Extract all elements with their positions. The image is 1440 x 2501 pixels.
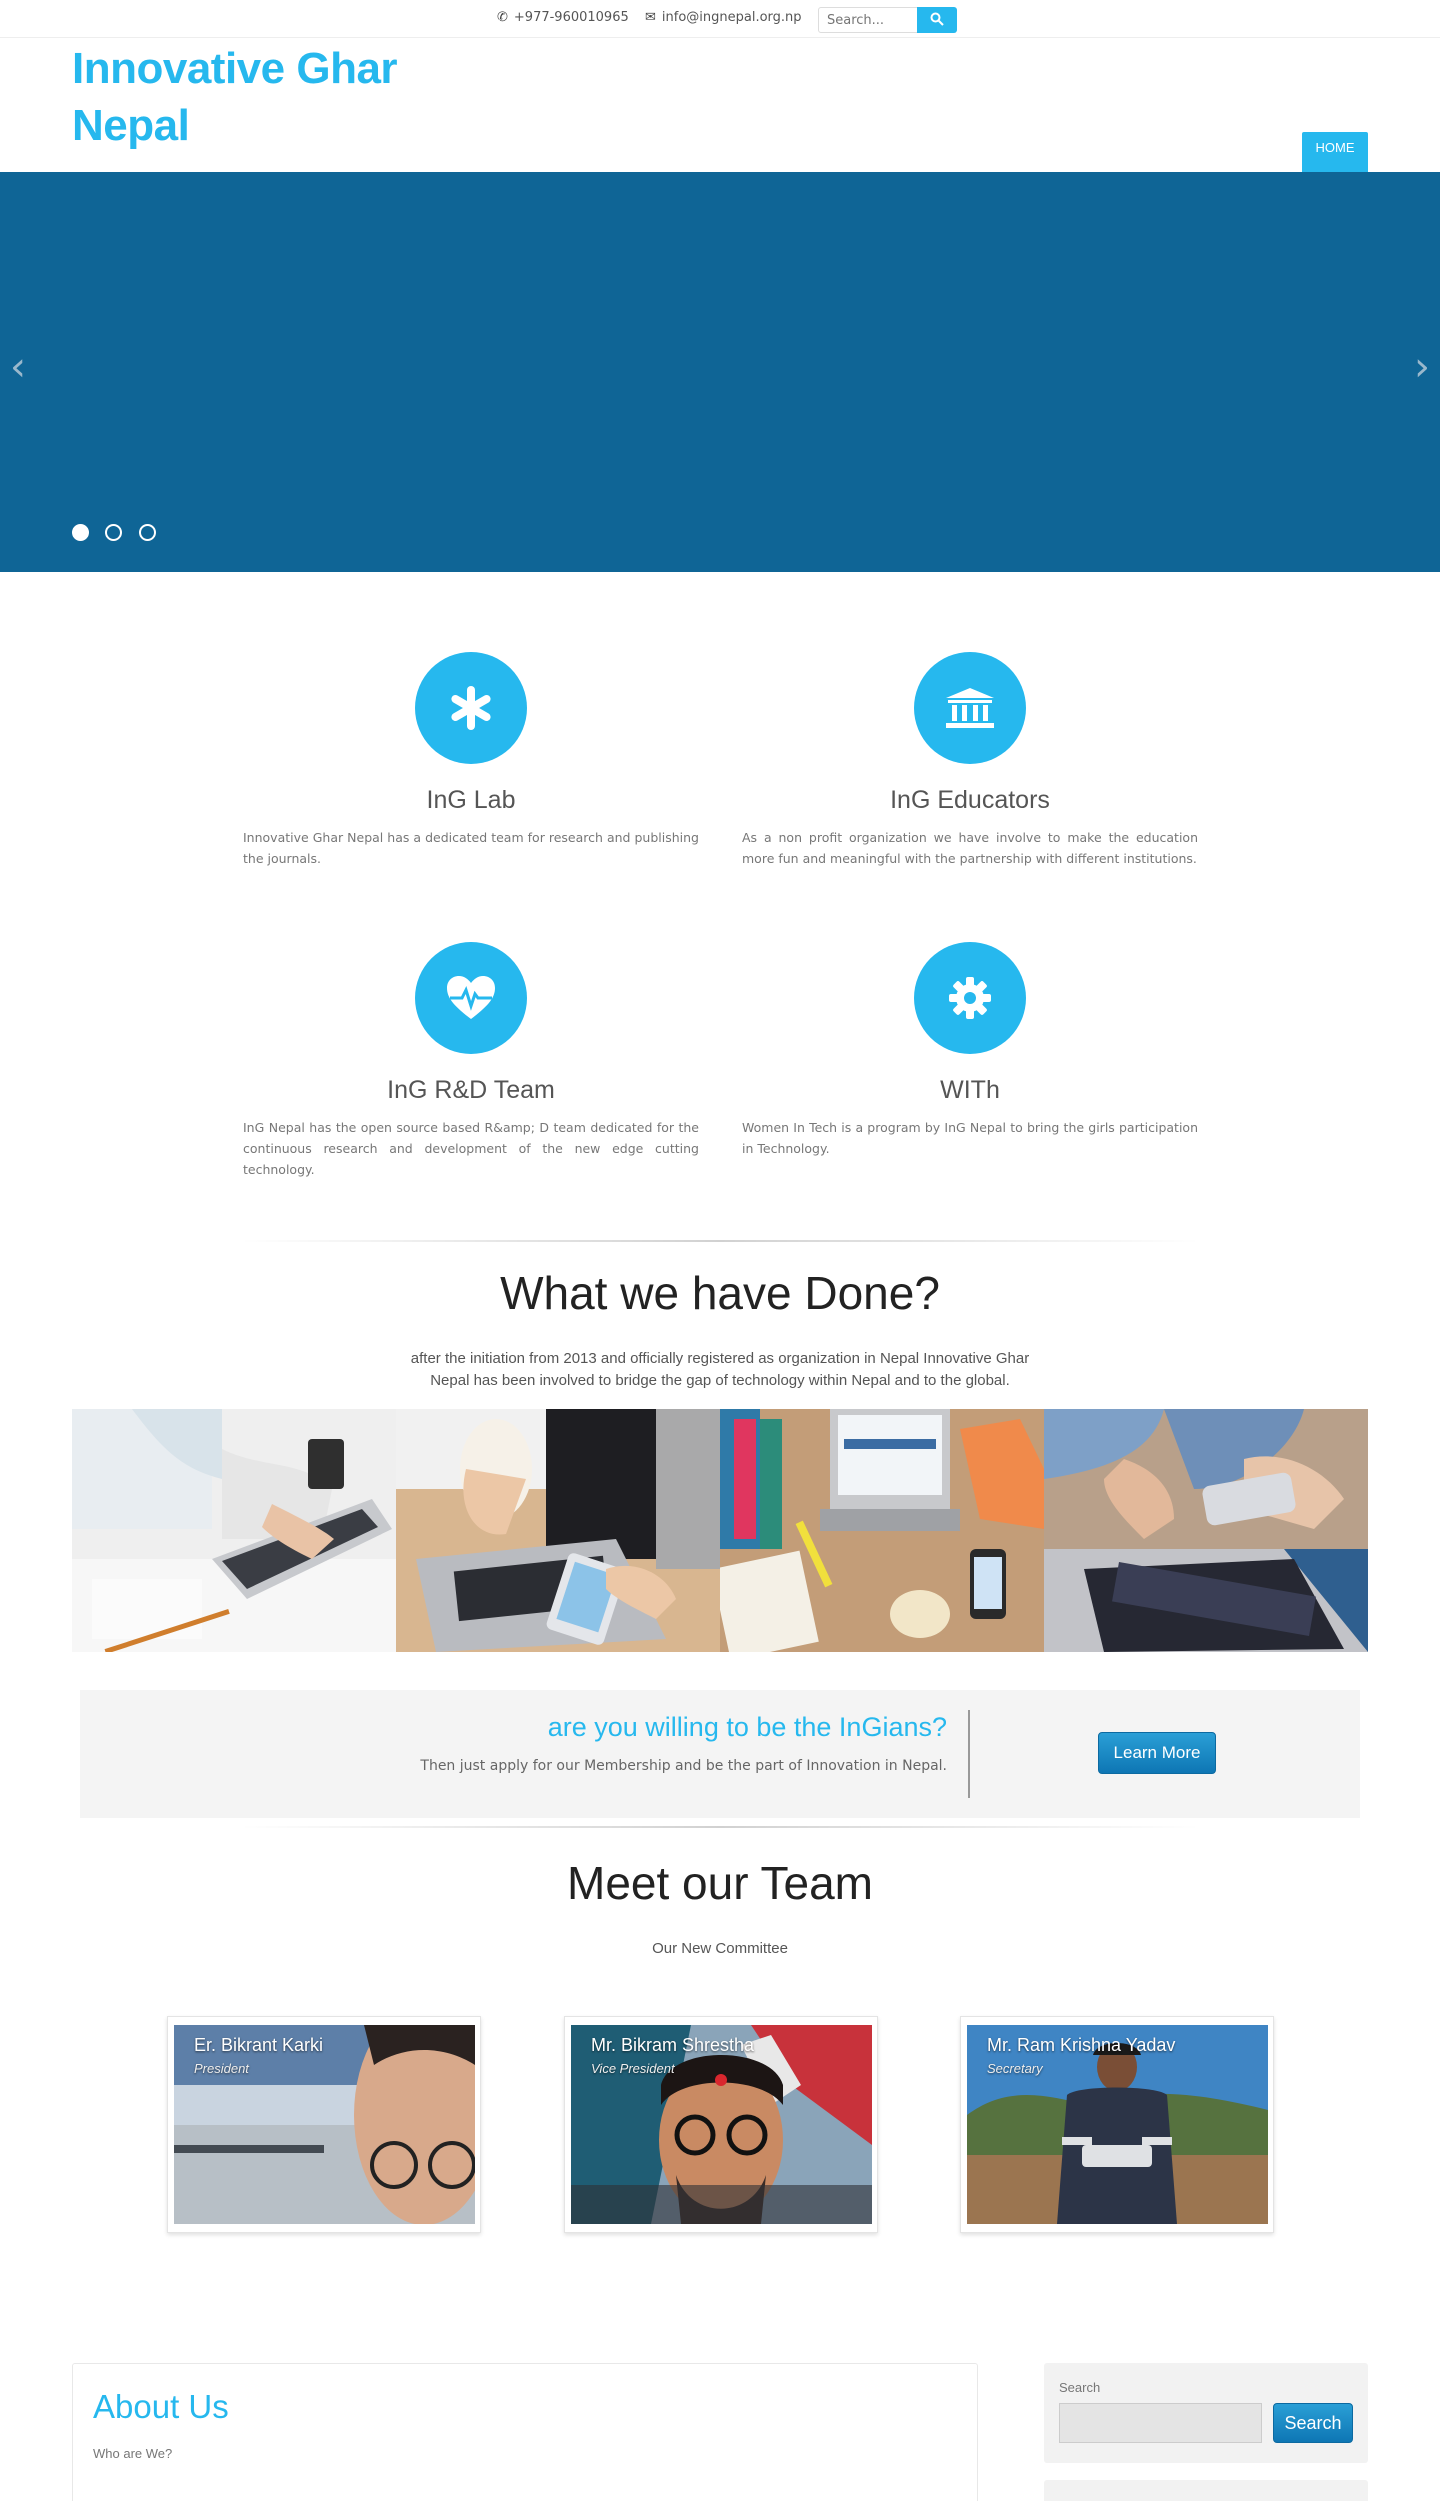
sidebar-search-label: Search <box>1059 2380 1101 2395</box>
phone-icon: ✆ <box>497 10 508 25</box>
feature-title: WITh <box>940 1076 1000 1104</box>
gallery-image-phone-laptop[interactable] <box>1044 1409 1368 1652</box>
feature-ing-lab: InG Lab Innovative Ghar Nepal has a dedi… <box>243 652 699 869</box>
top-bar: ✆ +977-960010965 ✉ info@ingnepal.org.np <box>0 0 1440 38</box>
gear-icon <box>914 942 1026 1054</box>
team-member-card[interactable]: Er. Bikrant Karki President <box>167 2016 481 2233</box>
member-name: Mr. Ram Krishna Yadav <box>987 2035 1176 2055</box>
feature-text: Innovative Ghar Nepal has a dedicated te… <box>243 830 699 866</box>
member-role: President <box>194 2061 249 2076</box>
asterisk-icon <box>415 652 527 764</box>
feature-title: InG Educators <box>890 786 1050 814</box>
team-member-card[interactable]: Mr. Ram Krishna Yadav Secretary <box>960 2016 1274 2233</box>
feature-title: InG Lab <box>426 786 516 814</box>
work-gallery <box>72 1409 1368 1652</box>
sidebar-search-button[interactable]: Search <box>1273 2403 1353 2443</box>
feature-text: InG Nepal has the open source based R&am… <box>243 1120 699 1177</box>
section-divider <box>240 1826 1200 1828</box>
member-role: Vice President <box>591 2061 675 2076</box>
member-name: Mr. Bikram Shrestha <box>591 2035 755 2055</box>
site-title-line1: Innovative Ghar <box>72 44 398 93</box>
envelope-icon: ✉ <box>645 10 656 25</box>
site-title-line2: Nepal <box>72 101 190 150</box>
feature-text: Women In Tech is a program by InG Nepal … <box>742 1120 1198 1156</box>
feature-title: InG R&D Team <box>387 1076 555 1104</box>
cta-divider <box>968 1710 970 1798</box>
section-divider <box>240 1240 1200 1242</box>
member-photo: Er. Bikrant Karki President <box>174 2025 475 2224</box>
team-section-title: Meet our Team <box>567 1857 873 1909</box>
slider-prev-arrow-icon[interactable]: ‹ <box>10 347 26 387</box>
feature-text: As a non profit organization we have inv… <box>742 830 1198 866</box>
top-search <box>818 7 957 33</box>
sidebar-widget <box>1044 2480 1368 2501</box>
institution-icon <box>914 652 1026 764</box>
member-photo: Mr. Bikram Shrestha Vice President <box>571 2025 872 2224</box>
site-title[interactable]: Innovative Ghar Nepal <box>72 40 432 154</box>
sidebar-search-input[interactable] <box>1059 2403 1262 2443</box>
member-photo: Mr. Ram Krishna Yadav Secretary <box>967 2025 1268 2224</box>
team-member-card[interactable]: Mr. Bikram Shrestha Vice President <box>564 2016 878 2233</box>
done-section-text: after the initiation from 2013 and offic… <box>410 1350 1030 1389</box>
feature-ing-rd-team: InG R&D Team InG Nepal has the open sour… <box>243 942 699 1180</box>
slider-pagination <box>72 524 168 546</box>
done-section-title: What we have Done? <box>500 1267 940 1319</box>
slider-dot-1[interactable] <box>72 524 89 541</box>
email-address[interactable]: info@ingnepal.org.np <box>662 10 802 25</box>
team-section-subtitle: Our New Committee <box>652 1940 788 1957</box>
member-role: Secretary <box>987 2061 1043 2076</box>
email-contact[interactable]: ✉ info@ingnepal.org.np <box>645 10 802 25</box>
phone-number: +977-960010965 <box>513 10 629 25</box>
about-subtitle: Who are We? <box>93 2446 173 2461</box>
cta-text: Then just apply for our Membership and b… <box>420 1758 947 1774</box>
search-icon <box>930 12 944 26</box>
nav-home[interactable]: HOME <box>1302 132 1368 172</box>
feature-ing-educators: InG Educators As a non profit organizati… <box>742 652 1198 869</box>
heartbeat-icon <box>415 942 527 1054</box>
cta-title: are you willing to be the InGians? <box>547 1712 947 1742</box>
about-us-panel: About Us Who are We? <box>72 2363 978 2501</box>
phone-contact: ✆ +977-960010965 <box>497 10 629 25</box>
learn-more-button[interactable]: Learn More <box>1098 1732 1216 1774</box>
hero-slider: ‹ › <box>0 172 1440 572</box>
slider-dot-2[interactable] <box>105 524 123 541</box>
about-title: About Us <box>93 2388 229 2425</box>
membership-cta: are you willing to be the InGians? Then … <box>80 1690 1360 1818</box>
gallery-image-laptop-typing[interactable] <box>72 1409 396 1652</box>
gallery-image-desk-laptop[interactable] <box>720 1409 1044 1652</box>
gallery-image-phone-coffee[interactable] <box>396 1409 720 1652</box>
slider-next-arrow-icon[interactable]: › <box>1414 347 1430 387</box>
member-name: Er. Bikrant Karki <box>194 2035 324 2055</box>
feature-with: WITh Women In Tech is a program by InG N… <box>742 942 1198 1159</box>
sidebar-search-widget: Search Search <box>1044 2363 1368 2463</box>
top-search-input[interactable] <box>818 7 918 33</box>
top-search-button[interactable] <box>917 7 957 33</box>
slider-dot-3[interactable] <box>138 524 156 541</box>
